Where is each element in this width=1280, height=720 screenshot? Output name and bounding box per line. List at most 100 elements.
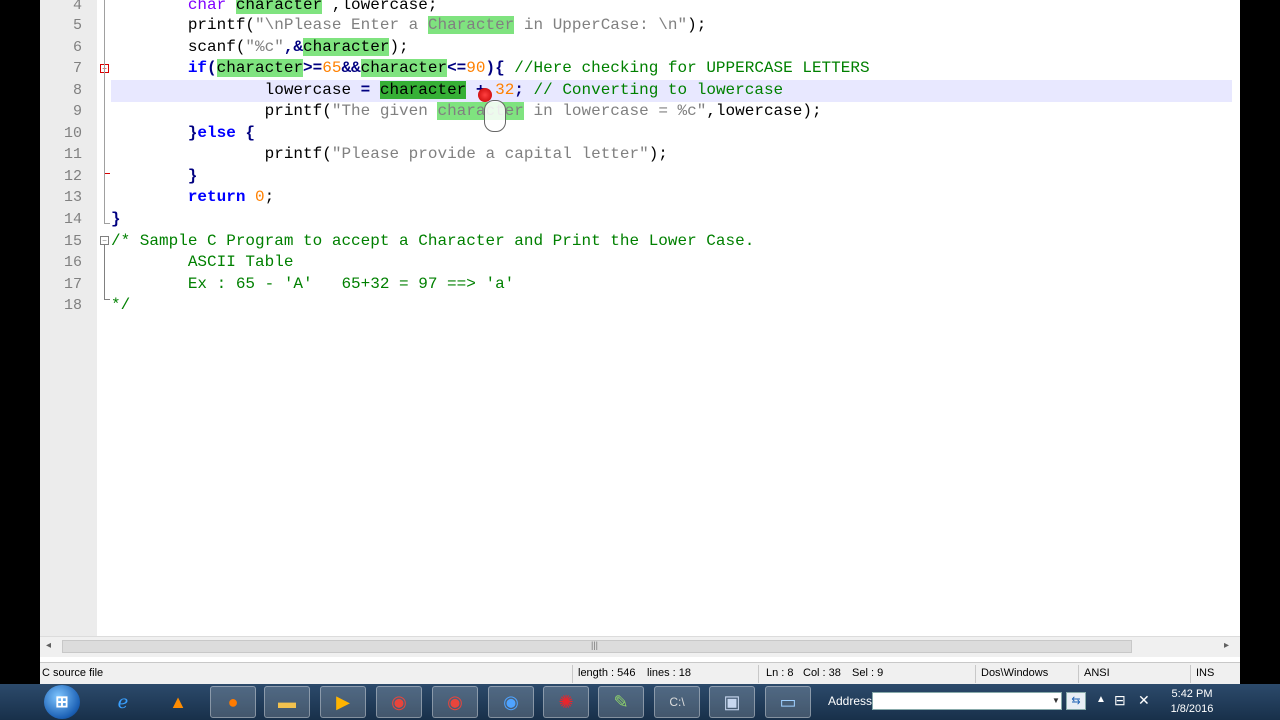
status-lines: lines : 18 (647, 667, 692, 679)
code-line-9: printf("The given character in lowercase… (111, 101, 1232, 123)
clock-date: 1/8/2016 (1170, 703, 1214, 715)
code-text: printf( (264, 145, 332, 163)
line-number: 17 (63, 276, 82, 293)
line-number: 5 (72, 17, 82, 34)
operator: } (187, 167, 198, 185)
code-line-15: /* Sample C Program to accept a Characte… (111, 231, 1232, 253)
windows-start-icon[interactable]: ⊞ (44, 685, 80, 719)
operator: ( (207, 59, 217, 77)
code-line-16: ASCII Table (111, 252, 1232, 274)
operator: ){ (485, 59, 505, 77)
divider (1078, 665, 1079, 683)
code-line-5: printf("\nPlease Enter a Character in Up… (111, 15, 1232, 37)
cmd-icon[interactable]: C:\ (654, 686, 700, 718)
scroll-left-arrow-icon[interactable]: ◂ (46, 640, 51, 651)
fold-range-line (104, 0, 105, 224)
status-selection: Sel : 9 (852, 667, 884, 679)
comment: // Converting to lowercase (523, 81, 784, 99)
scroll-right-arrow-icon[interactable]: ▸ (1224, 640, 1229, 651)
address-label: Address (828, 694, 873, 708)
chrome-icon[interactable]: ◉ (432, 686, 478, 718)
save-icon[interactable]: ▣ (709, 686, 755, 718)
divider (758, 665, 759, 683)
code-text: ; (264, 188, 275, 206)
chrome-canary-icon[interactable]: ◉ (488, 686, 534, 718)
address-input[interactable] (872, 692, 1062, 710)
code-line-10: }else { (111, 123, 1232, 145)
code-text: lowercase (264, 81, 361, 99)
file-explorer-icon[interactable]: ▬ (264, 686, 310, 718)
smart-highlight: character (303, 38, 390, 56)
left-black-bar (0, 0, 40, 684)
code-text: ,lowercase); (706, 102, 822, 120)
code-line-12: } (111, 166, 1232, 188)
status-length: length : 546 (578, 667, 636, 679)
line-number: 14 (63, 211, 82, 228)
line-number: 11 (63, 146, 82, 163)
code-text: ); (648, 145, 668, 163)
code-line-6: scanf("%c",&character); (111, 37, 1232, 59)
horizontal-scrollbar[interactable]: ◂ ||| ▸ (40, 636, 1240, 657)
line-number: 9 (72, 103, 82, 120)
line-number: 10 (63, 125, 82, 142)
status-file-type: C source file (42, 667, 104, 679)
string-literal: "%c" (245, 38, 284, 56)
divider (975, 665, 976, 683)
network-icon[interactable]: ⊟ (1114, 692, 1126, 709)
line-number: 15 (63, 233, 82, 250)
status-eol-format: Dos\Windows (981, 667, 1049, 679)
code-line-14: } (111, 209, 1232, 231)
scrollbar-thumb[interactable]: ||| (62, 640, 1132, 653)
image-viewer-icon[interactable]: ▭ (765, 686, 811, 718)
operator: } (187, 124, 198, 142)
line-number: 6 (72, 39, 82, 56)
comment: //Here checking for UPPERCASE LETTERS (504, 59, 870, 77)
status-bar: C source file length : 546 lines : 18 Ln… (40, 662, 1240, 685)
status-encoding: ANSI (1084, 667, 1110, 679)
selected-text: character (379, 81, 467, 99)
string-literal: in lowercase = %c" (523, 102, 707, 120)
operator: ; (514, 81, 524, 99)
keyword: if (187, 59, 208, 77)
airtel-icon[interactable]: ✺ (543, 686, 589, 718)
notepad-plus-plus-icon[interactable]: ✎ (598, 686, 644, 718)
firefox-icon[interactable]: ● (210, 686, 256, 718)
go-arrow-icon[interactable]: ⇆ (1066, 692, 1086, 710)
code-line-11: printf("Please provide a capital letter"… (111, 144, 1232, 166)
line-number: 7 (72, 60, 82, 77)
line-number: 12 (63, 168, 82, 185)
line-number: 8 (72, 82, 82, 99)
code-line-7: if(character>=65&&character<=90){ //Here… (111, 58, 1232, 80)
status-insert-mode: INS (1196, 667, 1215, 679)
comment: */ (111, 296, 131, 314)
number-literal: 32 (495, 81, 515, 99)
media-player-icon[interactable]: ▶ (320, 686, 366, 718)
show-hidden-icons-icon[interactable]: ▲ (1096, 694, 1106, 705)
code-line-8-current: lowercase = character + 32; // Convertin… (111, 80, 1232, 102)
code-line-17: Ex : 65 - 'A' 65+32 = 97 ==> 'a' (111, 274, 1232, 296)
smart-highlight: Character (427, 16, 515, 34)
keyword: return (187, 188, 246, 206)
string-literal: "The given (331, 102, 438, 120)
internet-explorer-icon[interactable]: ℯ (100, 686, 146, 718)
smart-highlight: character (437, 102, 524, 120)
smart-highlight: character (360, 59, 448, 77)
system-clock[interactable]: 5:42 PM 1/8/2016 (1166, 687, 1218, 717)
operator: <= (447, 59, 467, 77)
divider (1190, 665, 1191, 683)
clock-time: 5:42 PM (1171, 688, 1213, 700)
volume-muted-icon[interactable]: ✕ (1138, 692, 1150, 709)
operator: } (111, 210, 121, 228)
operator: >= (303, 59, 323, 77)
fold-toggle-icon[interactable]: − (100, 236, 109, 245)
operator: ,& (283, 38, 304, 56)
code-editor[interactable]: char character ,lowercase; printf("\nPle… (111, 0, 1232, 636)
fold-range-line (104, 245, 105, 300)
right-black-bar (1240, 0, 1280, 684)
chevron-down-icon[interactable]: ▼ (1050, 692, 1062, 710)
vlc-icon[interactable]: ▲ (155, 686, 201, 718)
chrome-icon[interactable]: ◉ (376, 686, 422, 718)
operator: && (341, 59, 361, 77)
comment: ASCII Table (187, 253, 294, 271)
